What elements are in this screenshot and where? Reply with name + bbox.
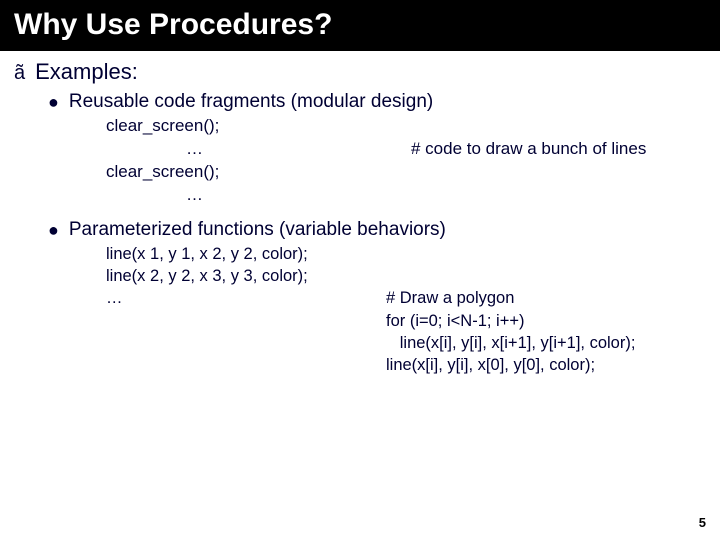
slide-body: ã Examples: ● Reusable code fragments (m…: [0, 51, 720, 376]
bullet-dot-icon: ●: [48, 93, 59, 111]
code-line: clear_screen();: [106, 115, 331, 138]
item-1-code: clear_screen(); … # code to draw a bunch…: [106, 115, 716, 207]
code-comment: # code to draw a bunch of lines: [411, 138, 716, 161]
item-2: ● Parameterized functions (variable beha…: [48, 219, 716, 377]
bullet-tilde-a-icon: ã: [14, 63, 25, 83]
code-spacer: [106, 332, 386, 354]
code-spacer: [106, 310, 386, 332]
code-line: …: [106, 138, 411, 161]
code-spacer: [106, 354, 386, 376]
slide-title: Why Use Procedures?: [0, 0, 720, 51]
item-2-code: line(x 1, y 1, x 2, y 2, color); line(x …: [106, 243, 716, 377]
code-comment: # Draw a polygon: [386, 287, 716, 309]
item-1-label: Reusable code fragments (modular design): [69, 91, 433, 113]
examples-heading: ã Examples:: [14, 59, 716, 85]
code-line: …: [106, 287, 386, 309]
code-line: line(x[i], y[i], x[0], y[0], color);: [386, 354, 716, 376]
code-line: line(x 1, y 1, x 2, y 2, color);: [106, 243, 386, 265]
item-1: ● Reusable code fragments (modular desig…: [48, 91, 716, 207]
code-line: line(x 2, y 2, x 3, y 3, color);: [106, 265, 386, 287]
item-2-heading: ● Parameterized functions (variable beha…: [48, 219, 716, 241]
examples-label: Examples:: [35, 59, 138, 85]
item-1-heading: ● Reusable code fragments (modular desig…: [48, 91, 716, 113]
code-line: …: [106, 184, 411, 207]
code-line: for (i=0; i<N-1; i++): [386, 310, 716, 332]
code-line: clear_screen();: [106, 161, 331, 184]
code-line: line(x[i], y[i], x[i+1], y[i+1], color);: [386, 332, 716, 354]
page-number: 5: [699, 515, 706, 530]
item-2-label: Parameterized functions (variable behavi…: [69, 219, 446, 241]
bullet-dot-icon: ●: [48, 221, 59, 239]
slide: Why Use Procedures? ã Examples: ● Reusab…: [0, 0, 720, 540]
